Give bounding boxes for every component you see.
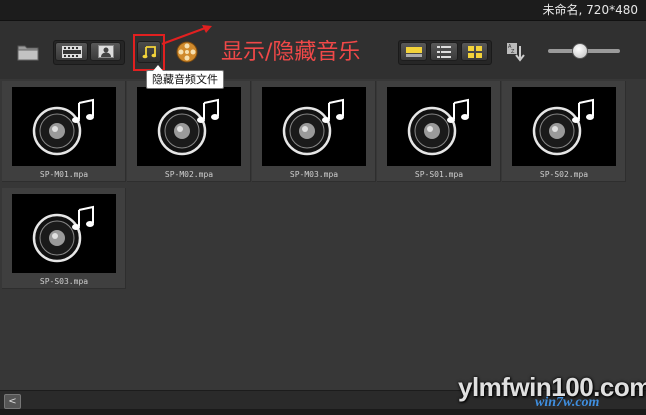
clip-item[interactable]: SP-S03.mpa <box>2 188 126 289</box>
list-view-button[interactable] <box>430 42 458 61</box>
filmstrip-icon <box>61 45 82 58</box>
clip-thumbnail <box>137 87 241 166</box>
media-library: SP-M01.mpa SP-M02.mpa SP-M03.mpa SP-S01.… <box>0 79 646 390</box>
audio-file-icon <box>532 98 594 155</box>
clip-item[interactable]: SP-M01.mpa <box>2 81 126 182</box>
clip-item[interactable]: SP-M02.mpa <box>127 81 251 182</box>
audio-file-icon <box>407 98 469 155</box>
clip-thumbnail <box>12 87 116 166</box>
clip-thumbnail <box>262 87 366 166</box>
clip-thumbnail <box>512 87 616 166</box>
folder-icon[interactable] <box>14 40 42 63</box>
clip-name: SP-S01.mpa <box>414 170 464 179</box>
svg-text:Z: Z <box>511 49 515 55</box>
show-video-button[interactable] <box>55 42 88 61</box>
list-view-icon <box>437 45 451 58</box>
project-info: 未命名, 720*480 <box>542 3 638 17</box>
clip-name: SP-M03.mpa <box>289 170 339 179</box>
annotation-arrow <box>161 25 212 45</box>
thumbnail-view-button[interactable] <box>461 42 488 61</box>
clip-item[interactable]: SP-S02.mpa <box>502 81 626 182</box>
library-toolbar: 显示/隐藏音乐 A Z <box>0 21 646 79</box>
clip-name: SP-S03.mpa <box>39 277 89 286</box>
audio-file-icon <box>32 205 94 262</box>
sort-icon: A Z <box>507 43 525 62</box>
slider-thumb[interactable] <box>572 43 588 59</box>
audio-file-icon <box>32 98 94 155</box>
clip-thumbnail <box>387 87 491 166</box>
audio-file-icon <box>282 98 344 155</box>
title-bar: 未命名, 720*480 <box>0 0 646 21</box>
tooltip: 隐藏音频文件 <box>146 65 224 89</box>
clip-name: SP-S02.mpa <box>539 170 589 179</box>
clip-item[interactable]: SP-S01.mpa <box>377 81 501 182</box>
sort-button[interactable]: A Z <box>505 41 527 65</box>
storyboard-view-icon <box>405 46 422 57</box>
clip-name: SP-M01.mpa <box>39 170 89 179</box>
clip-name: SP-M02.mpa <box>164 170 214 179</box>
clip-thumbnail <box>12 194 116 273</box>
annotation-label: 显示/隐藏音乐 <box>221 40 361 65</box>
storyboard-view-button[interactable] <box>400 42 427 61</box>
thumbnail-view-icon <box>467 45 482 58</box>
watermark-sub: win7w.com <box>535 395 600 410</box>
audio-file-icon <box>157 98 219 155</box>
show-photo-button[interactable] <box>90 42 121 61</box>
scroll-left-button[interactable]: < <box>4 394 21 409</box>
image-icon <box>97 45 114 58</box>
clip-item[interactable]: SP-M03.mpa <box>252 81 376 182</box>
